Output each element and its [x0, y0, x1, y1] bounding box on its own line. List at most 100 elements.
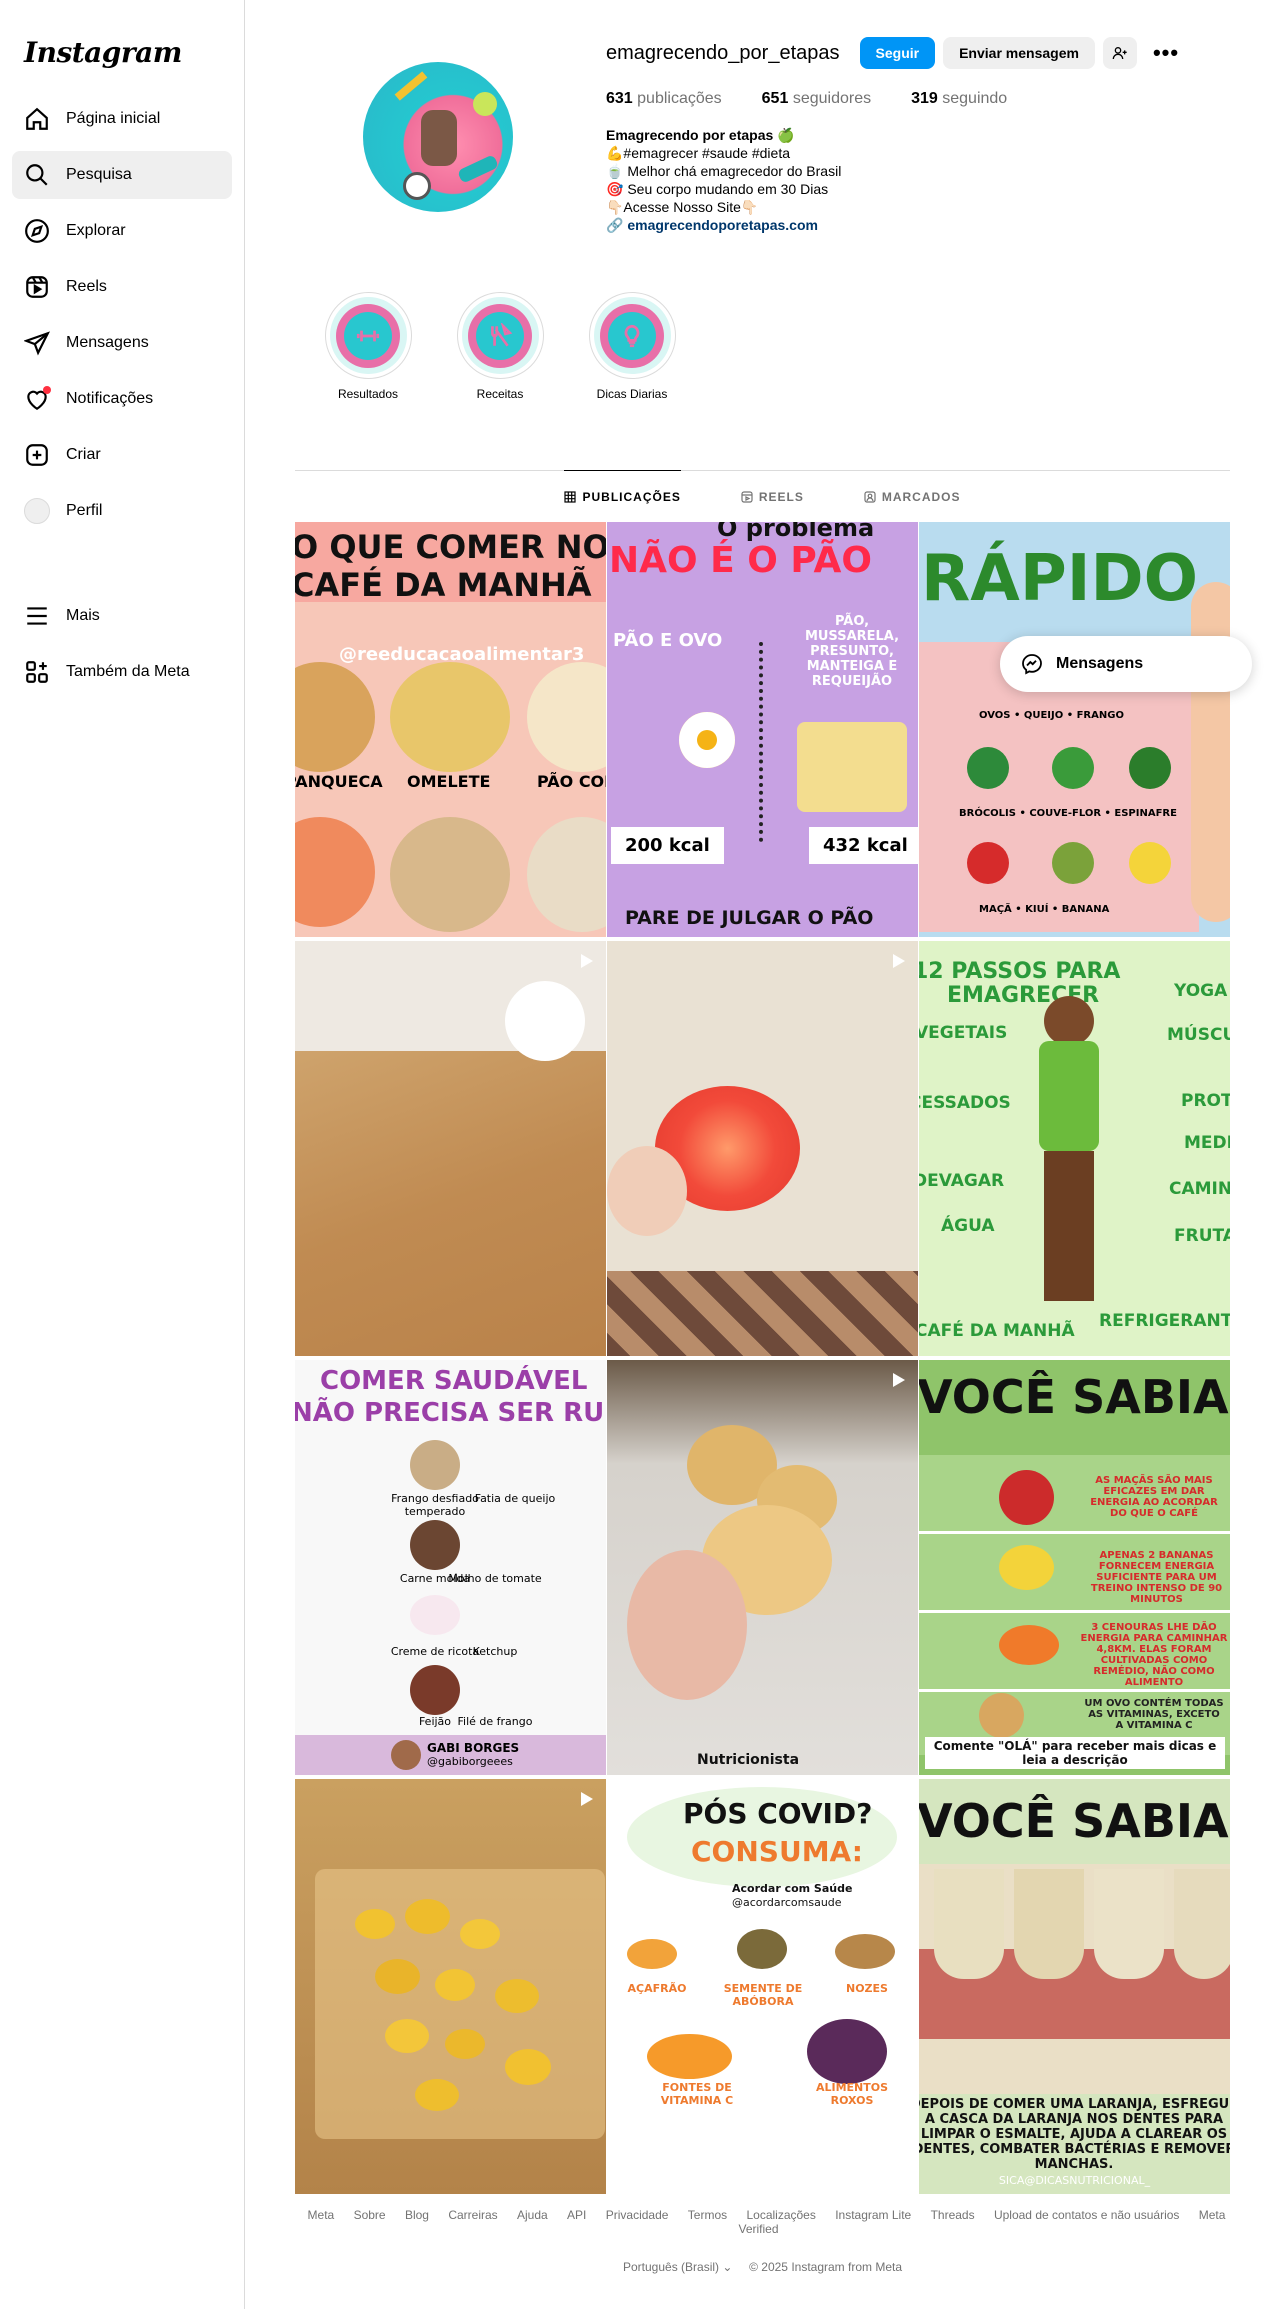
- sidebar-item-home[interactable]: Página inicial: [12, 95, 232, 143]
- post-tile[interactable]: 12 PASSOS PARA EMAGRECER VEGETAIS PROCES…: [919, 941, 1230, 1356]
- sidebar-item-create[interactable]: Criar: [12, 431, 232, 479]
- food-image: [390, 662, 510, 772]
- sidebar-item-messages[interactable]: Mensagens: [12, 319, 232, 367]
- profile-username: emagrecendo_por_etapas: [606, 41, 840, 64]
- post-tile[interactable]: O problema NÃO É O PÃO PÃO E OVO PÃO, MU…: [607, 522, 918, 937]
- footer-link[interactable]: Ajuda: [517, 2208, 548, 2222]
- more-options-icon[interactable]: •••: [1145, 40, 1187, 66]
- kcal-label: 432 kcal: [809, 827, 918, 864]
- reel-icon: [893, 1373, 905, 1387]
- bio-line: 🎯 Seu corpo mudando em 30 Dias: [606, 181, 829, 197]
- sidebar-item-label: Mensagens: [66, 334, 149, 351]
- notification-dot: [43, 386, 51, 394]
- sidebar-item-explore[interactable]: Explorar: [12, 207, 232, 255]
- step-label: MEDIDAS: [1184, 1133, 1230, 1153]
- followers-stat[interactable]: 651 seguidores: [762, 90, 871, 108]
- post-tile[interactable]: COMER SAUDÁVEL NÃO PRECISA SER RUIM Fran…: [295, 1360, 606, 1775]
- meta-icon: [24, 659, 50, 685]
- tab-posts[interactable]: PUBLICAÇÕES: [564, 470, 681, 522]
- food-row-label: MAÇÃ • KIUÍ • BANANA: [979, 904, 1110, 915]
- post-tile[interactable]: VOCÊ SABIA? AS MAÇÃS SÃO MAIS EFICAZES E…: [919, 1360, 1230, 1775]
- footer-link[interactable]: Upload de contatos e não usuários: [994, 2208, 1179, 2222]
- follow-button[interactable]: Seguir: [859, 37, 936, 69]
- tab-reels[interactable]: REELS: [741, 470, 804, 522]
- food-image: [295, 817, 375, 927]
- profile-picture[interactable]: [363, 62, 513, 212]
- post-tile[interactable]: [607, 941, 918, 1356]
- fact-text: APENAS 2 BANANAS FORNECEM ENERGIA SUFICI…: [1090, 1550, 1223, 1605]
- post-title: CAFÉ DA MANHÃ: [295, 566, 592, 604]
- post-title: O problema: [717, 522, 875, 542]
- language-select[interactable]: Português (Brasil) ⌄: [623, 2260, 732, 2274]
- dumbbell-icon: [356, 330, 380, 341]
- highlight-daily-tips[interactable]: Dicas Diarias: [587, 292, 677, 401]
- brand-name: Acordar com Saúde: [732, 1882, 853, 1895]
- lightbulb-icon: [624, 324, 640, 347]
- step-label: PROCESSADOS: [919, 1093, 1011, 1113]
- post-tile[interactable]: Nutricionista: [607, 1360, 918, 1775]
- post-title: PÓS COVID?: [683, 1797, 873, 1830]
- heart-icon: [24, 386, 51, 412]
- footer-link[interactable]: Privacidade: [606, 2208, 669, 2222]
- footer-link[interactable]: Termos: [688, 2208, 727, 2222]
- step-label: CAMINHE: [1169, 1179, 1230, 1199]
- footer-link[interactable]: Meta: [308, 2208, 335, 2222]
- highlight-label: Resultados: [337, 387, 399, 401]
- footer-link[interactable]: Carreiras: [448, 2208, 497, 2222]
- post-subtitle: CONSUMA:: [691, 1835, 863, 1868]
- food-label: NOZES: [846, 1982, 888, 1995]
- step-label: YOGA: [1174, 981, 1228, 1001]
- sidebar-item-profile[interactable]: Perfil: [12, 487, 232, 535]
- post-title: O QUE COMER NO: [295, 528, 606, 566]
- post-tile[interactable]: VOCÊ SABIA DEPOIS DE COMER UMA LARANJA, …: [919, 1779, 1230, 2194]
- post-title: VOCÊ SABIA?: [919, 1370, 1230, 1424]
- food-label: AÇAFRÃO: [627, 1982, 687, 1995]
- fact-text: 3 CENOURAS LHE DÃO ENERGIA PARA CAMINHAR…: [1080, 1622, 1228, 1688]
- brand-handle: @acordarcomsaude: [732, 1896, 842, 1909]
- footer-link[interactable]: Instagram Lite: [835, 2208, 911, 2222]
- post-title: VOCÊ SABIA: [919, 1794, 1229, 1848]
- highlight-recipes[interactable]: Receitas: [455, 292, 545, 401]
- instagram-logo[interactable]: Instagram: [12, 30, 232, 95]
- author-handle: @gabiborgeees: [427, 1755, 513, 1768]
- ingredient-label: Ketchup: [472, 1645, 518, 1658]
- suggest-users-button[interactable]: [1102, 37, 1137, 69]
- sidebar-item-notifications[interactable]: Notificações: [12, 375, 232, 423]
- footer-link[interactable]: Threads: [931, 2208, 975, 2222]
- add-user-icon: [1112, 47, 1127, 60]
- post-title: COMER SAUDÁVEL: [320, 1366, 588, 1396]
- sidebar-item-label: Criar: [66, 446, 101, 463]
- chevron-down-icon: ⌄: [722, 2260, 733, 2274]
- profile-stats: 631 publicações 651 seguidores 319 segui…: [606, 90, 1226, 108]
- sidebar-item-also-from-meta[interactable]: Também da Meta: [12, 648, 232, 696]
- post-tile[interactable]: [295, 1779, 606, 2194]
- bio-link[interactable]: emagrecendoporetapas.com: [627, 217, 818, 233]
- sidebar-item-label: Notificações: [66, 390, 154, 407]
- footer-link[interactable]: API: [567, 2208, 586, 2222]
- sidebar-item-label: Explorar: [66, 222, 126, 239]
- story-highlights: Resultados Receitas Dicas Diarias: [295, 292, 719, 401]
- footer-link[interactable]: Sobre: [354, 2208, 386, 2222]
- author-name: GABI BORGES: [427, 1741, 520, 1755]
- footer-link[interactable]: Blog: [405, 2208, 429, 2222]
- kcal-label: 200 kcal: [611, 827, 724, 864]
- footer-link[interactable]: Localizações: [746, 2208, 815, 2222]
- floating-messages-button[interactable]: Mensagens: [1000, 636, 1252, 692]
- following-stat[interactable]: 319 seguindo: [911, 90, 1007, 108]
- step-label: CAFÉ DA MANHÃ: [919, 1321, 1075, 1341]
- sidebar-item-more[interactable]: Mais: [12, 592, 232, 640]
- messenger-icon: [1022, 654, 1042, 675]
- posts-stat[interactable]: 631 publicações: [606, 90, 722, 108]
- sidebar-item-search[interactable]: Pesquisa: [12, 151, 232, 199]
- sidebar-item-reels[interactable]: Reels: [12, 263, 232, 311]
- highlight-results[interactable]: Resultados: [323, 292, 413, 401]
- post-title: NÃO É O PÃO: [609, 540, 872, 581]
- post-tile[interactable]: PÓS COVID? CONSUMA: Acordar com Saúde @a…: [607, 1779, 918, 2194]
- post-tile[interactable]: O QUE COMER NO CAFÉ DA MANHÃ @reeducacao…: [295, 522, 606, 937]
- post-tile[interactable]: RÁPIDO OVOS • QUEIJO • FRANGO BRÓCOLIS •…: [919, 522, 1230, 937]
- tab-tagged[interactable]: MARCADOS: [864, 470, 961, 522]
- posts-grid: O QUE COMER NO CAFÉ DA MANHÃ @reeducacao…: [295, 522, 1230, 2194]
- post-tile[interactable]: [295, 941, 606, 1356]
- send-message-button[interactable]: Enviar mensagem: [943, 37, 1095, 69]
- profile-display-name: Emagrecendo por etapas 🍏: [606, 127, 795, 143]
